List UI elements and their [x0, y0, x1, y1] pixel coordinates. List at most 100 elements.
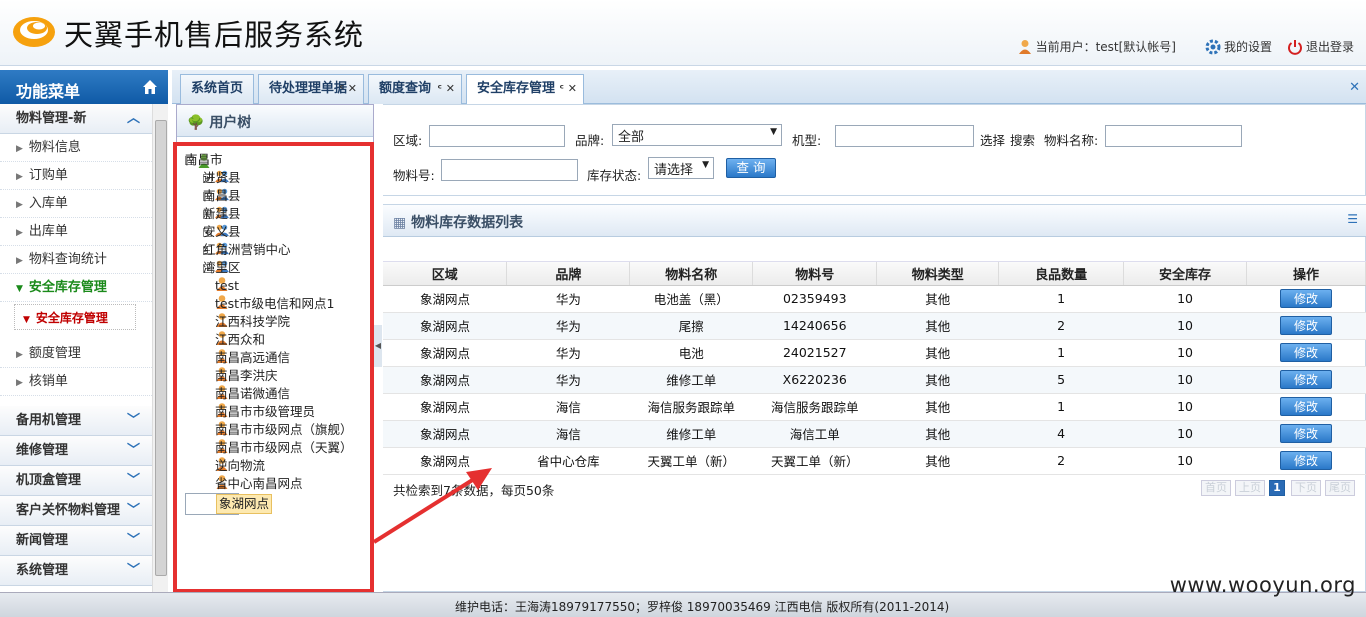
menu-item-inbound[interactable]: ▶ 入库单: [0, 190, 152, 218]
collapse-left-icon[interactable]: ◀: [374, 325, 382, 367]
menu-group-label: 系统管理: [16, 563, 69, 578]
model-input[interactable]: [835, 125, 974, 147]
table-cell: 10: [1123, 420, 1247, 448]
pager-current[interactable]: 1: [1269, 480, 1285, 496]
menu-item-material-stats[interactable]: ▶ 物料查询统计: [0, 246, 152, 274]
edit-button[interactable]: 修改: [1280, 424, 1332, 443]
menu-item-order[interactable]: ▶ 订购单: [0, 162, 152, 190]
sidebar-scrollbar-thumb[interactable]: [155, 120, 167, 576]
menu-item-safety-stock[interactable]: ▼ 安全库存管理: [0, 274, 152, 302]
current-user: 当前用户：test[默认帐号]: [1018, 38, 1176, 55]
column-header[interactable]: 操作: [1246, 262, 1366, 286]
stock-status-select[interactable]: 请选择 ▼: [648, 157, 714, 179]
chevron-down-icon: ﹀: [126, 473, 140, 488]
column-header[interactable]: 物料号: [752, 262, 878, 286]
select-link[interactable]: 选择: [980, 130, 1005, 149]
menu-group-customer-care[interactable]: 客户关怀物料管理 ﹀: [0, 496, 152, 526]
brand-select[interactable]: 全部 ▼: [612, 124, 782, 146]
triangle-right-icon: ▶: [16, 378, 23, 388]
table-cell: 尾擦: [629, 312, 753, 340]
material-name-input[interactable]: [1105, 125, 1242, 147]
menu-item-material-info[interactable]: ▶ 物料信息: [0, 134, 152, 162]
menu-group-news[interactable]: 新闻管理 ﹀: [0, 526, 152, 556]
table-cell: 1: [998, 393, 1124, 421]
edit-button[interactable]: 修改: [1280, 451, 1332, 470]
model-label: 机型:: [792, 133, 822, 148]
pager-next[interactable]: 下页: [1291, 480, 1321, 496]
area-input[interactable]: [429, 125, 565, 147]
logout-link[interactable]: 退出登录: [1287, 38, 1354, 55]
menu-group-material-new[interactable]: 物料管理-新 ︿: [0, 104, 152, 134]
menu-item-outbound[interactable]: ▶ 出库单: [0, 218, 152, 246]
menu-spacer: [0, 396, 152, 406]
menu-item-quota[interactable]: ▶ 额度管理: [0, 340, 152, 368]
menu-group-settop-box[interactable]: 机顶盒管理 ﹀: [0, 466, 152, 496]
sidebar-scrollbar[interactable]: [152, 104, 168, 592]
menu-group-repair[interactable]: 维修管理 ﹀: [0, 436, 152, 466]
column-header[interactable]: 物料名称: [629, 262, 754, 286]
menu-item-writeoff[interactable]: ▶ 核销单: [0, 368, 152, 396]
material-no-input[interactable]: [441, 159, 578, 181]
close-icon[interactable]: ᶜ ✕: [339, 75, 357, 103]
table-cell: 象湖网点: [383, 285, 507, 313]
column-header[interactable]: 良品数量: [998, 262, 1125, 286]
tab-label: 额度查询: [379, 81, 432, 96]
column-header[interactable]: 品牌: [506, 262, 631, 286]
menu-group-label: 客户关怀物料管理: [16, 503, 121, 518]
tab-home[interactable]: 系统首页: [180, 74, 254, 104]
menu-group-spare-phone[interactable]: 备用机管理 ﹀: [0, 406, 152, 436]
menu-item-label: 入库单: [28, 196, 68, 211]
table-cell: 10: [1123, 447, 1247, 475]
column-header[interactable]: 安全库存: [1123, 262, 1247, 286]
tab-label: 系统首页: [191, 81, 244, 96]
tab-safety-stock[interactable]: 安全库存管理 ᶜ ✕: [466, 74, 584, 105]
edit-button[interactable]: 修改: [1280, 343, 1332, 362]
edit-button[interactable]: 修改: [1280, 397, 1332, 416]
table-cell: 海信: [506, 393, 630, 421]
table-cell: 象湖网点: [383, 339, 507, 367]
table-cell: 10: [1123, 393, 1247, 421]
table-cell: 其他: [876, 285, 999, 313]
edit-button[interactable]: 修改: [1280, 289, 1332, 308]
home-icon[interactable]: [142, 79, 158, 95]
close-all-tabs-icon[interactable]: ✕: [1349, 80, 1360, 95]
column-header[interactable]: 区域: [383, 262, 508, 286]
edit-button[interactable]: 修改: [1280, 370, 1332, 389]
pager-last[interactable]: 尾页: [1325, 480, 1355, 496]
stock-table: 区域 品牌 物料名称 物料号 物料类型 良品数量 安全库存 操作 象湖网点 华为 电池盖（黑） 02…: [383, 262, 1366, 475]
triangle-down-icon: ▼: [23, 315, 30, 325]
triangle-right-icon: ▶: [16, 256, 23, 266]
chevron-up-icon: ︿: [126, 111, 140, 126]
table-row: 象湖网点 华为 电池盖（黑） 02359493 其他 1 10 修改: [383, 285, 1366, 313]
table-cell: 华为: [506, 366, 630, 394]
table-row: 象湖网点 华为 电池 24021527 其他 1 10 修改: [383, 339, 1366, 367]
tab-quota-query[interactable]: 额度查询 ᶜ ✕: [368, 74, 462, 104]
pager-first[interactable]: 首页: [1201, 480, 1231, 496]
table-cell: 象湖网点: [383, 420, 507, 448]
table-cell: 天翼工单（新）: [752, 447, 877, 475]
table-cell: 象湖网点: [383, 393, 507, 421]
close-icon[interactable]: ᶜ ✕: [437, 75, 455, 103]
dropdown-arrow-icon: ▼: [770, 127, 777, 137]
table-cell: 省中心仓库: [506, 447, 630, 475]
my-settings-link[interactable]: 我的设置: [1205, 38, 1272, 55]
table-cell: 电池: [629, 339, 753, 367]
edit-button[interactable]: 修改: [1280, 316, 1332, 335]
table-row: 象湖网点 华为 尾擦 14240656 其他 2 10 修改: [383, 312, 1366, 340]
collapse-panel-icon[interactable]: ☰: [1347, 212, 1358, 226]
table-cell: 华为: [506, 312, 630, 340]
menu-group-system[interactable]: 系统管理 ﹀: [0, 556, 152, 586]
table-cell: 海信服务跟踪单: [752, 393, 877, 421]
tab-pending-docs[interactable]: 待处理理单据 ᶜ ✕: [258, 74, 364, 104]
table-cell: 华为: [506, 285, 630, 313]
triangle-down-icon: ▼: [16, 284, 23, 294]
pager-prev[interactable]: 上页: [1235, 480, 1265, 496]
brand-select-value: 全部: [618, 130, 645, 145]
column-header[interactable]: 物料类型: [876, 262, 1000, 286]
query-button[interactable]: 查 询: [726, 158, 776, 178]
menu-group-label: 维修管理: [16, 443, 69, 458]
menu-subitem-safety-stock[interactable]: ▼ 安全库存管理: [14, 304, 136, 330]
close-icon[interactable]: ᶜ ✕: [559, 75, 577, 103]
table-cell: 天翼工单（新）: [629, 447, 753, 475]
search-link[interactable]: 搜索: [1010, 130, 1035, 149]
